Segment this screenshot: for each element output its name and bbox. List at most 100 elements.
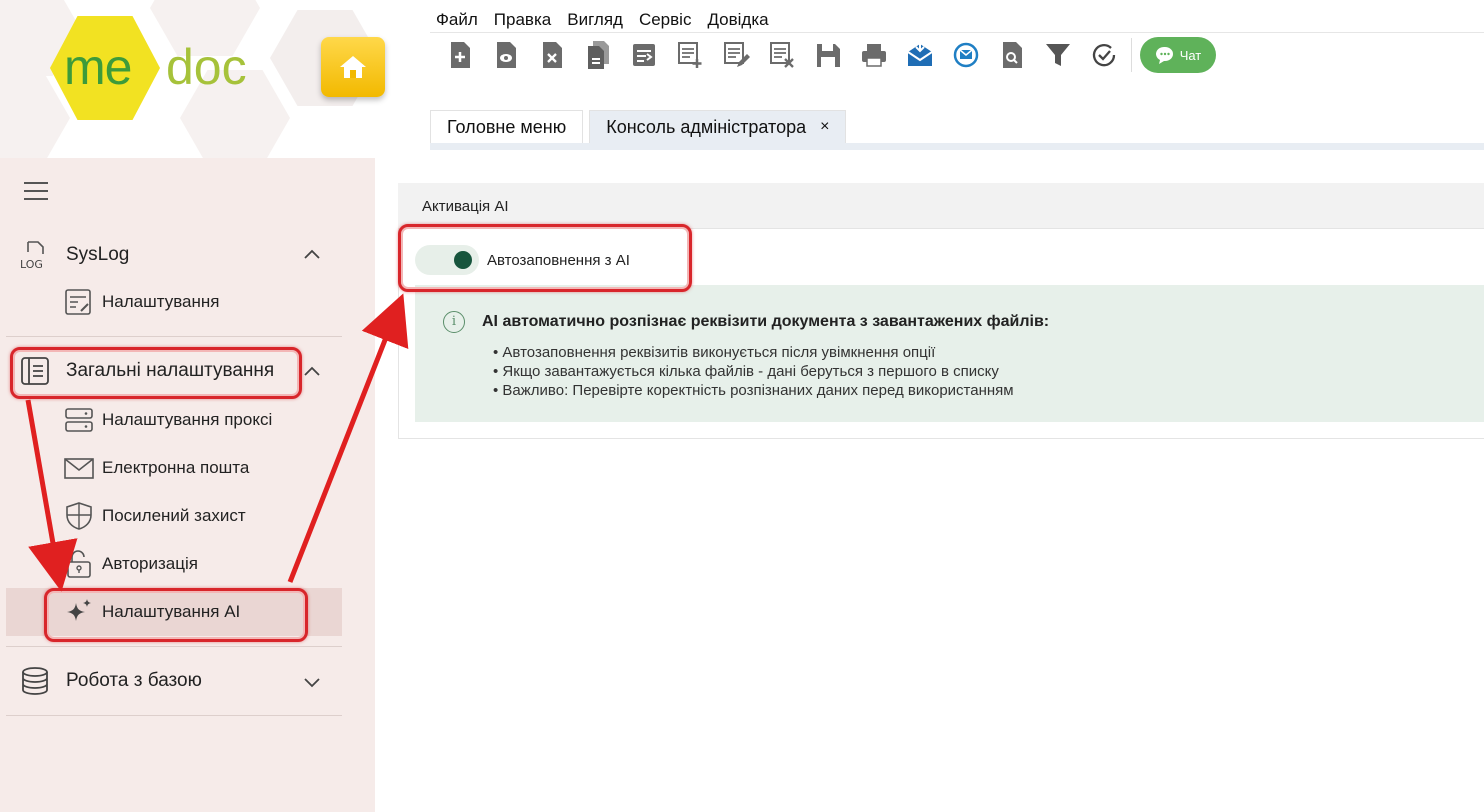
menu-file[interactable]: Файл bbox=[436, 10, 478, 30]
sidebar-item-authorization[interactable]: Авторизація bbox=[64, 548, 198, 580]
menu-divider bbox=[430, 32, 1484, 33]
sidebar-item-label: Електронна пошта bbox=[102, 458, 250, 477]
move-document-button[interactable] bbox=[621, 38, 667, 72]
info-panel: i AI автоматично розпізнає реквізити док… bbox=[415, 285, 1484, 422]
sidebar-item-label: Налаштування проксі bbox=[102, 410, 273, 429]
add-row-button[interactable] bbox=[667, 38, 713, 72]
delete-row-icon bbox=[770, 42, 794, 68]
info-list-item: Важливо: Перевірте коректність розпізнан… bbox=[493, 381, 1013, 400]
sidebar-divider bbox=[6, 646, 342, 647]
view-document-button[interactable] bbox=[483, 38, 529, 72]
toggle-knob bbox=[454, 251, 472, 269]
check-sync-button[interactable] bbox=[1081, 38, 1127, 72]
section-header: Активація AI bbox=[398, 183, 1484, 229]
new-document-icon bbox=[451, 42, 470, 68]
check-sync-icon bbox=[1092, 44, 1116, 67]
add-row-icon bbox=[678, 42, 702, 68]
sidebar-item-label: Налаштування AI bbox=[102, 602, 241, 621]
home-button[interactable] bbox=[321, 37, 385, 97]
chevron-up-icon[interactable] bbox=[302, 362, 322, 382]
database-icon bbox=[22, 667, 48, 695]
panel-icon bbox=[21, 357, 49, 385]
server-icon bbox=[65, 408, 93, 432]
toolbar-separator bbox=[1131, 38, 1132, 72]
info-icon: i bbox=[443, 311, 465, 333]
sidebar: LOG SysLog Налаштування Загальні налашту… bbox=[0, 158, 375, 812]
sidebar-group-label: Робота з базою bbox=[66, 670, 202, 691]
section-title: Активація AI bbox=[422, 198, 509, 215]
menu-bar: Файл Правка Вигляд Сервіс Довідка bbox=[436, 10, 769, 30]
shield-icon bbox=[66, 502, 92, 530]
close-icon[interactable]: × bbox=[820, 118, 829, 136]
menu-view[interactable]: Вигляд bbox=[567, 10, 623, 30]
delete-row-button[interactable] bbox=[759, 38, 805, 72]
sidebar-item-syslog-settings[interactable]: Налаштування bbox=[64, 286, 220, 318]
sidebar-item-label: Авторизація bbox=[102, 554, 198, 573]
move-document-icon bbox=[633, 44, 655, 66]
sidebar-item-label: Налаштування bbox=[102, 292, 220, 311]
exchange-mail-icon bbox=[953, 42, 979, 68]
print-button[interactable] bbox=[851, 38, 897, 72]
receive-mail-icon bbox=[907, 42, 933, 66]
logo-area: me doc bbox=[0, 0, 400, 158]
chat-label: Чат bbox=[1179, 47, 1202, 63]
unlock-icon bbox=[67, 550, 91, 578]
save-button[interactable] bbox=[805, 38, 851, 72]
chevron-down-icon[interactable] bbox=[302, 672, 322, 692]
menu-help[interactable]: Довідка bbox=[707, 10, 768, 30]
copy-document-button[interactable] bbox=[575, 38, 621, 72]
sidebar-group-database[interactable]: Робота з базою bbox=[20, 666, 202, 696]
sidebar-item-label: Посилений захист bbox=[102, 506, 246, 525]
toolbar: Чат bbox=[437, 37, 1216, 73]
logo-text-doc: doc bbox=[166, 39, 247, 95]
filter-button[interactable] bbox=[1035, 38, 1081, 72]
delete-document-icon bbox=[543, 42, 562, 68]
chat-bubble-icon bbox=[1155, 46, 1173, 64]
tab-label: Консоль адміністратора bbox=[606, 116, 807, 137]
ai-autofill-toggle-row: Автозаповнення з AI bbox=[415, 245, 630, 275]
search-document-button[interactable] bbox=[989, 38, 1035, 72]
save-icon bbox=[817, 44, 840, 67]
hamburger-menu-icon[interactable] bbox=[24, 182, 48, 200]
tab-label: Головне меню bbox=[447, 116, 567, 137]
mail-icon bbox=[64, 458, 94, 479]
sidebar-group-syslog[interactable]: LOG SysLog bbox=[20, 240, 129, 270]
chat-button[interactable]: Чат bbox=[1140, 37, 1216, 73]
view-document-icon bbox=[497, 42, 516, 68]
exchange-mail-button[interactable] bbox=[943, 38, 989, 72]
info-title: AI автоматично розпізнає реквізити докум… bbox=[482, 313, 1050, 330]
logo-text-me: me bbox=[64, 39, 132, 95]
info-list-item: Автозаповнення реквізитів виконується пі… bbox=[493, 343, 1014, 362]
sidebar-group-label: SysLog bbox=[66, 244, 130, 265]
app-window: me doc Файл Правка Вигляд Сервіс Довідка bbox=[0, 0, 1484, 812]
filter-icon bbox=[1046, 44, 1070, 66]
sidebar-group-general-settings[interactable]: Загальні налаштування bbox=[20, 356, 274, 386]
sidebar-item-email[interactable]: Електронна пошта bbox=[64, 452, 249, 484]
sidebar-item-ai-settings[interactable]: Налаштування AI bbox=[64, 596, 240, 628]
delete-document-button[interactable] bbox=[529, 38, 575, 72]
settings-form-icon bbox=[65, 289, 91, 315]
tab-underline bbox=[430, 143, 1484, 150]
tab-bar: Головне меню Консоль адміністратора × bbox=[430, 110, 847, 143]
log-icon: LOG bbox=[20, 241, 44, 270]
print-icon bbox=[862, 44, 886, 67]
info-list: Автозаповнення реквізитів виконується пі… bbox=[493, 343, 1014, 400]
menu-service[interactable]: Сервіс bbox=[639, 10, 692, 30]
sparkle-icon bbox=[67, 599, 91, 621]
menu-edit[interactable]: Правка bbox=[494, 10, 551, 30]
edit-row-button[interactable] bbox=[713, 38, 759, 72]
sidebar-item-proxy-settings[interactable]: Налаштування проксі bbox=[64, 404, 272, 436]
sidebar-item-enhanced-protection[interactable]: Посилений захист bbox=[64, 500, 246, 532]
toggle-label: Автозаповнення з AI bbox=[487, 251, 630, 269]
edit-row-icon bbox=[724, 42, 750, 67]
tab-admin-console[interactable]: Консоль адміністратора × bbox=[589, 110, 847, 143]
ai-autofill-toggle[interactable] bbox=[415, 245, 479, 275]
sidebar-divider bbox=[6, 336, 342, 337]
info-list-item: Якщо завантажується кілька файлів - дані… bbox=[493, 362, 1014, 381]
svg-text:LOG: LOG bbox=[20, 258, 43, 270]
receive-mail-button[interactable] bbox=[897, 38, 943, 72]
tab-main-menu[interactable]: Головне меню bbox=[430, 110, 584, 143]
new-document-button[interactable] bbox=[437, 38, 483, 72]
copy-document-icon bbox=[588, 41, 609, 69]
chevron-up-icon[interactable] bbox=[302, 245, 322, 265]
